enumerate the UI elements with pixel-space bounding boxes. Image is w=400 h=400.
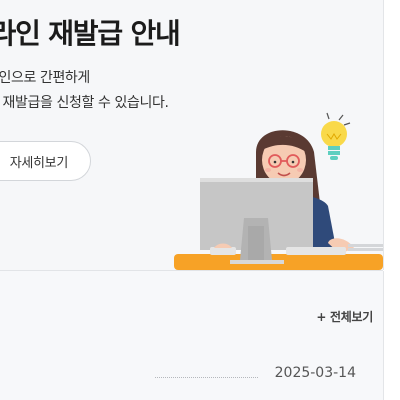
notice-date: 2025-03-14: [274, 365, 356, 381]
list-item[interactable]: 2025-03-14: [0, 360, 383, 390]
banner-title: 온라인 재발급 안내: [0, 17, 181, 50]
banner-description-line-2: 편 재발급을 신청할 수 있습니다.: [0, 95, 169, 111]
dotted-leader: [155, 377, 258, 378]
illustration-woman-at-computer: [174, 112, 383, 270]
banner-description-line-1: 라인으로 간편하게: [0, 70, 90, 86]
lightbulb-icon: [321, 112, 351, 160]
banner-description: 라인으로 간편하게 편 재발급을 신청할 수 있습니다.: [0, 66, 169, 116]
view-all-link[interactable]: + 전체보기: [316, 308, 373, 325]
more-details-button[interactable]: 자세히보기: [0, 141, 91, 181]
hero-banner: 온라인 재발급 안내 라인으로 간편하게 편 재발급을 신청할 수 있습니다. …: [0, 0, 384, 270]
